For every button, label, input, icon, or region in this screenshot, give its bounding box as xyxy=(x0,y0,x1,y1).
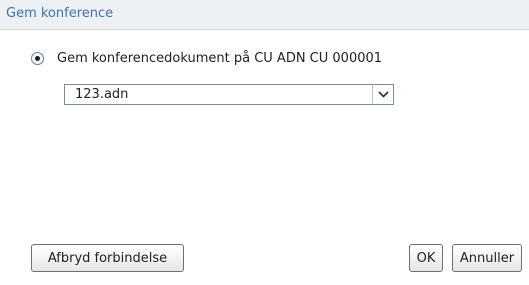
save-option-radio[interactable] xyxy=(31,51,44,65)
save-conference-dialog: Gem konference Gem konferencedokument på… xyxy=(0,0,529,285)
cancel-button[interactable]: Annuller xyxy=(452,244,522,272)
chevron-down-icon xyxy=(377,91,389,98)
radio-selected-dot xyxy=(35,55,40,61)
dialog-titlebar: Gem konference xyxy=(0,0,529,30)
ok-button[interactable]: OK xyxy=(409,244,443,272)
file-select[interactable]: 123.adn xyxy=(64,84,394,105)
dialog-title: Gem konference xyxy=(6,6,114,21)
file-select-value: 123.adn xyxy=(75,87,129,102)
disconnect-button[interactable]: Afbryd forbindelse xyxy=(31,244,184,272)
save-option-row[interactable]: Gem konferencedokument på CU ADN CU 0000… xyxy=(31,49,382,67)
dropdown-button[interactable] xyxy=(372,85,393,104)
save-option-label[interactable]: Gem konferencedokument på CU ADN CU 0000… xyxy=(57,51,382,66)
